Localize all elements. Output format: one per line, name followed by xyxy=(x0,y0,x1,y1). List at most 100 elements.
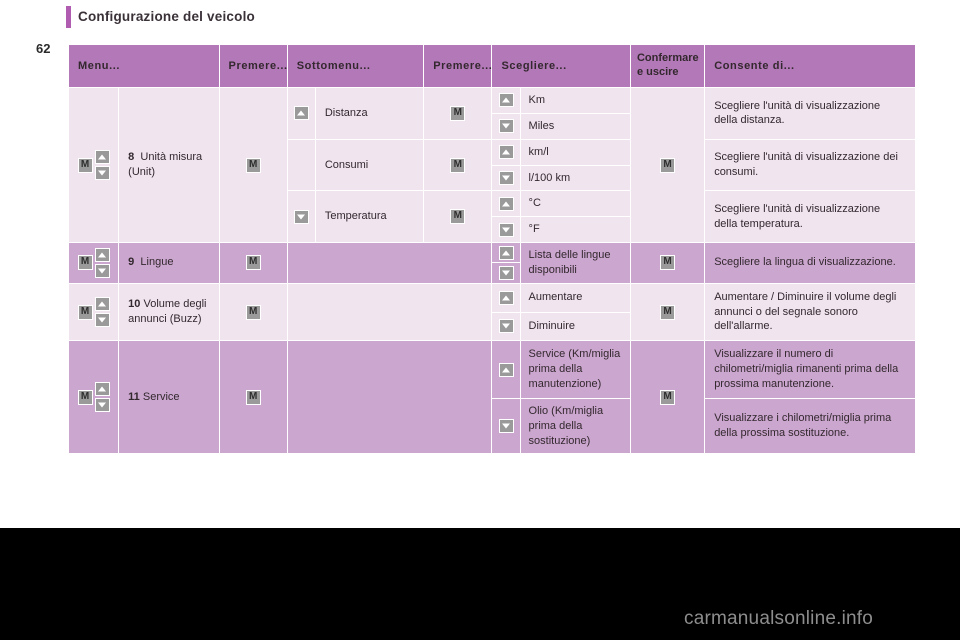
arrow-down-icon[interactable] xyxy=(94,398,110,413)
option-nav-lingue-up[interactable] xyxy=(491,242,521,264)
submenu-label-distanza: Distanza xyxy=(314,87,425,140)
arrow-down-icon[interactable] xyxy=(293,209,309,224)
m-button-icon[interactable]: M xyxy=(450,209,466,225)
m-button-icon[interactable]: M xyxy=(660,389,676,405)
arrow-down-icon[interactable] xyxy=(94,263,110,278)
submenu-nav-distanza[interactable] xyxy=(286,87,316,140)
arrow-down-icon[interactable] xyxy=(498,419,514,434)
option-nav-miles[interactable] xyxy=(491,112,521,140)
option-nav-celsius[interactable] xyxy=(491,190,521,218)
option-label-olio: Olio (Km/miglia prima della sostituzione… xyxy=(519,397,631,455)
option-nav-olio[interactable] xyxy=(491,397,521,455)
press-cell-8[interactable]: M xyxy=(218,86,288,244)
confirm-cell-8[interactable]: M xyxy=(629,86,706,244)
arrow-up-icon[interactable] xyxy=(94,382,110,397)
column-header-press-1: Premere... xyxy=(218,44,288,88)
arrow-up-icon[interactable] xyxy=(498,196,514,211)
option-nav-l100km[interactable] xyxy=(491,164,521,192)
submenu-press-distanza[interactable]: M xyxy=(423,87,493,140)
m-button-icon[interactable]: M xyxy=(660,304,676,320)
option-nav-lingue-down[interactable] xyxy=(491,262,521,284)
arrow-down-icon[interactable] xyxy=(94,166,110,181)
submenu-press-consumi[interactable]: M xyxy=(423,138,493,192)
m-updown-group[interactable]: M xyxy=(77,382,110,413)
updown-stack[interactable] xyxy=(94,150,110,181)
updown-stack[interactable] xyxy=(94,247,110,278)
option-nav-service[interactable] xyxy=(491,340,521,399)
submenu-press-temperatura[interactable]: M xyxy=(423,190,493,244)
table-header-row: Menu... Premere... Sottomenu... Premere.… xyxy=(68,44,916,88)
m-updown-group[interactable]: M xyxy=(77,247,110,278)
menu-nav-cell-9[interactable]: M xyxy=(67,242,120,284)
arrow-up-icon[interactable] xyxy=(498,145,514,160)
arrow-up-icon[interactable] xyxy=(293,106,309,121)
m-button-icon[interactable]: M xyxy=(77,255,93,271)
page-number: 62 xyxy=(36,41,51,56)
confirm-cell-11[interactable]: M xyxy=(629,340,706,455)
arrow-down-icon[interactable] xyxy=(498,119,514,134)
m-button-icon[interactable]: M xyxy=(660,157,676,173)
m-button-icon[interactable]: M xyxy=(245,255,261,271)
option-nav-diminuire[interactable] xyxy=(491,311,521,342)
table-row: M 8 Unità misura (Unit) M Distanza M Km … xyxy=(67,86,916,244)
press-cell-11[interactable]: M xyxy=(218,340,288,455)
m-updown-group[interactable]: M xyxy=(77,150,110,181)
menu-label-cell-9: 9 Lingue xyxy=(118,242,220,284)
table-row: M 11 Service M Service (Km/miglia prima … xyxy=(67,340,916,455)
menu-nav-cell-10[interactable]: M xyxy=(67,282,120,342)
option-nav-kml[interactable] xyxy=(491,138,521,166)
description-distanza: Scegliere l'unità di visualizzazione del… xyxy=(704,87,916,140)
m-button-icon[interactable]: M xyxy=(245,157,261,173)
description-temperatura: Scegliere l'unità di visualizzazione del… xyxy=(704,190,916,244)
arrow-down-icon[interactable] xyxy=(498,222,514,237)
arrow-down-icon[interactable] xyxy=(498,170,514,185)
submenu-label-temperatura: Temperatura xyxy=(314,190,425,244)
arrow-down-icon[interactable] xyxy=(94,313,110,328)
arrow-up-icon[interactable] xyxy=(498,93,514,108)
page-title: Configurazione del veicolo xyxy=(78,9,255,24)
arrow-up-icon[interactable] xyxy=(94,150,110,165)
m-button-icon[interactable]: M xyxy=(660,255,676,271)
option-nav-fahrenheit[interactable] xyxy=(491,216,521,244)
arrow-up-icon[interactable] xyxy=(498,245,514,260)
submenu-nav-temperatura[interactable] xyxy=(286,190,316,244)
option-nav-km[interactable] xyxy=(491,87,521,114)
option-label-aumentare: Aumentare xyxy=(519,282,631,313)
option-nav-aumentare[interactable] xyxy=(491,282,521,313)
arrow-up-icon[interactable] xyxy=(94,247,110,262)
submenu-empty-10 xyxy=(286,282,493,342)
vehicle-configuration-table: Menu... Premere... Sottomenu... Premere.… xyxy=(67,44,916,455)
option-label-km: Km xyxy=(519,87,631,114)
option-label-diminuire: Diminuire xyxy=(519,311,631,342)
menu-nav-cell-11[interactable]: M xyxy=(67,340,120,455)
press-cell-10[interactable]: M xyxy=(218,282,288,342)
updown-stack[interactable] xyxy=(94,297,110,328)
m-button-icon[interactable]: M xyxy=(245,304,261,320)
arrow-down-icon[interactable] xyxy=(498,266,514,281)
column-header-submenu: Sottomenu... xyxy=(286,44,425,88)
column-header-menu: Menu... xyxy=(68,44,220,88)
option-label-lista-lingue: Lista delle lingue disponibili xyxy=(519,242,631,284)
arrow-down-icon[interactable] xyxy=(498,319,514,334)
description-lingue: Scegliere la lingua di visualizzazione. xyxy=(704,242,916,284)
updown-stack[interactable] xyxy=(94,382,110,413)
menu-index: 8 xyxy=(128,151,135,164)
confirm-cell-10[interactable]: M xyxy=(629,282,706,342)
m-button-icon[interactable]: M xyxy=(450,105,466,121)
m-button-icon[interactable]: M xyxy=(450,157,466,173)
column-header-press-2: Premere... xyxy=(423,44,493,88)
option-label-miles: Miles xyxy=(519,112,631,140)
m-button-icon[interactable]: M xyxy=(77,389,93,405)
m-button-icon[interactable]: M xyxy=(245,389,261,405)
m-button-icon[interactable]: M xyxy=(77,157,93,173)
menu-nav-cell-8[interactable]: M xyxy=(67,86,120,244)
arrow-up-icon[interactable] xyxy=(498,290,514,305)
press-cell-9[interactable]: M xyxy=(218,242,288,284)
arrow-up-icon[interactable] xyxy=(498,362,514,377)
m-updown-group[interactable]: M xyxy=(77,297,110,328)
m-button-icon[interactable]: M xyxy=(77,304,93,320)
chapter-accent-bar xyxy=(66,6,71,28)
confirm-cell-9[interactable]: M xyxy=(629,242,706,284)
chapter-header: Configurazione del veicolo xyxy=(0,0,960,32)
arrow-up-icon[interactable] xyxy=(94,297,110,312)
